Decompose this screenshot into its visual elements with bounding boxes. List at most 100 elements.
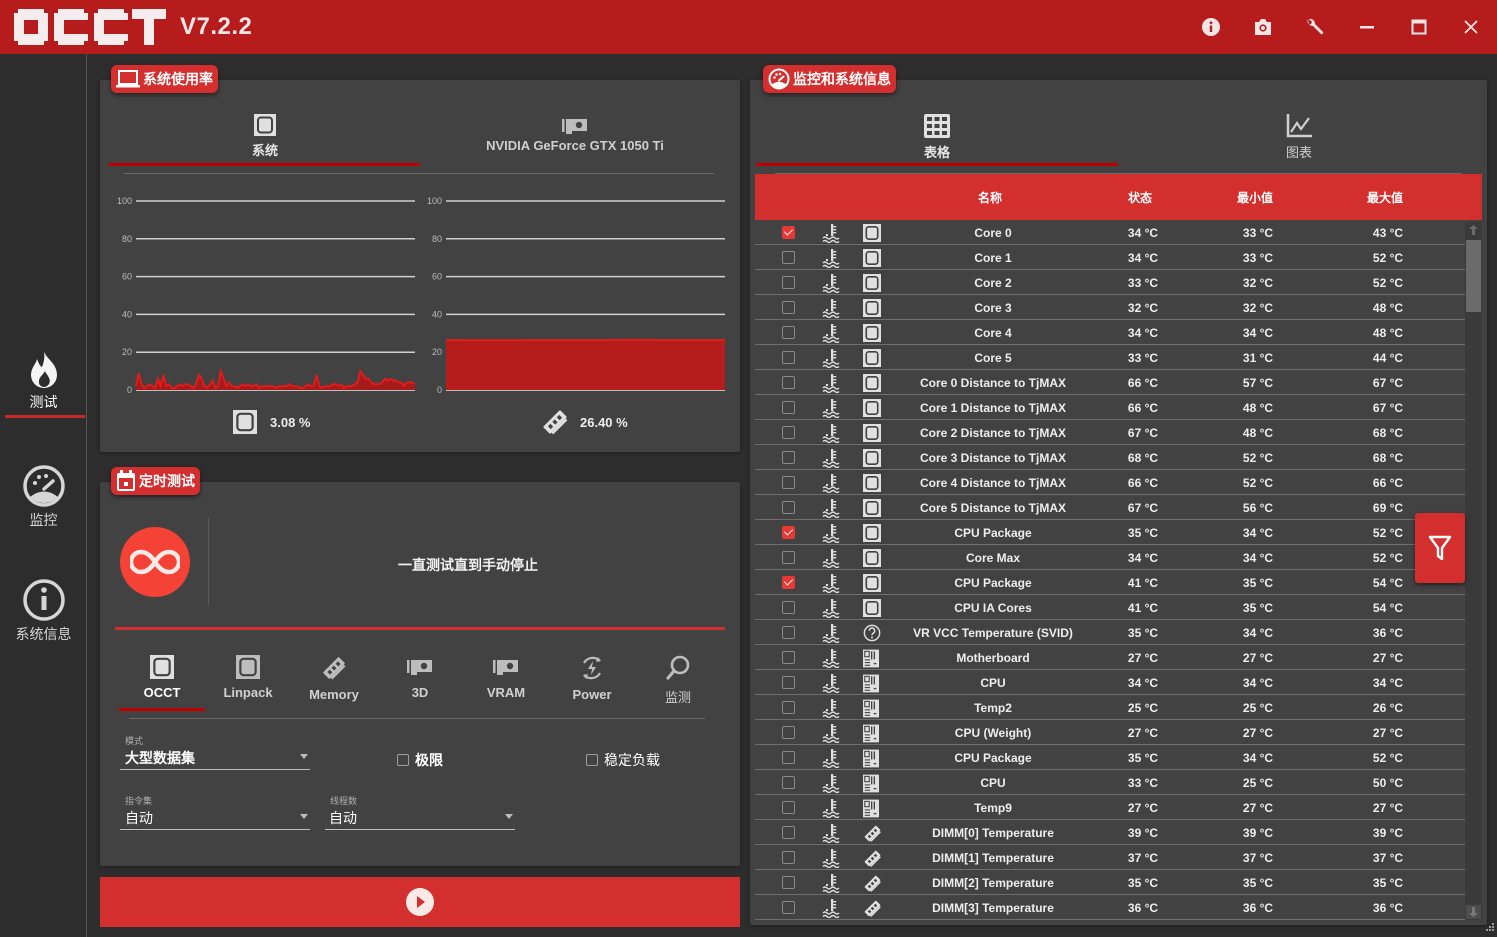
sensor-row[interactable]: Temp2 25 °C 25 °C 26 °C <box>755 695 1465 720</box>
sensor-checkbox[interactable] <box>782 751 795 764</box>
sidebar-item-test[interactable]: 测试 <box>0 350 87 412</box>
test-power-button[interactable]: Power <box>552 655 632 702</box>
sensor-row[interactable]: Core Max 34 °C 34 °C 52 °C <box>755 545 1465 570</box>
sensor-row[interactable]: Core 4 Distance to TjMAX 66 °C 52 °C 66 °C <box>755 470 1465 495</box>
sensor-checkbox[interactable] <box>782 501 795 514</box>
sensor-current: 33 °C <box>1127 776 1159 790</box>
sensor-row[interactable]: Core 5 33 °C 31 °C 44 °C <box>755 345 1465 370</box>
test-monitor-button[interactable]: 监测 <box>638 655 718 706</box>
sensor-checkbox[interactable] <box>782 676 795 689</box>
sensor-row[interactable]: Motherboard 27 °C 27 °C 27 °C <box>755 645 1465 670</box>
sensor-checkbox[interactable] <box>782 701 795 714</box>
sidebar-item-system-info[interactable]: 系统信息 <box>0 578 87 644</box>
sensor-row[interactable]: DIMM[2] Temperature 35 °C 35 °C 35 °C <box>755 870 1465 895</box>
sensor-row[interactable]: CPU 33 °C 25 °C 50 °C <box>755 770 1465 795</box>
sensor-row[interactable]: Core 0 34 °C 33 °C 43 °C <box>755 220 1465 245</box>
column-header-max[interactable]: 最大值 <box>1367 189 1403 206</box>
sensor-row[interactable]: Core 1 34 °C 33 °C 52 °C <box>755 245 1465 270</box>
column-header-name[interactable]: 名称 <box>978 189 1002 206</box>
tab-system[interactable]: 系统 <box>230 114 300 159</box>
column-header-status[interactable]: 状态 <box>1128 189 1152 206</box>
sensor-checkbox[interactable] <box>782 401 795 414</box>
sensor-row[interactable]: DIMM[3] Temperature 36 °C 36 °C 36 °C <box>755 895 1465 920</box>
sensor-row[interactable]: Core 4 34 °C 34 °C 48 °C <box>755 320 1465 345</box>
sensor-checkbox[interactable] <box>782 876 795 889</box>
close-button[interactable] <box>1458 14 1484 40</box>
sensor-checkbox[interactable] <box>782 801 795 814</box>
sensor-checkbox[interactable] <box>782 376 795 389</box>
extreme-checkbox[interactable]: 极限 <box>397 750 443 770</box>
sensor-row[interactable]: DIMM[1] Temperature 37 °C 37 °C 37 °C <box>755 845 1465 870</box>
filter-button[interactable] <box>1415 513 1465 583</box>
sensor-row[interactable]: DIMM[0] Temperature 39 °C 39 °C 39 °C <box>755 820 1465 845</box>
resize-grip-icon[interactable] <box>1483 922 1495 934</box>
sensor-checkbox[interactable] <box>782 351 795 364</box>
sensor-checkbox[interactable] <box>782 326 795 339</box>
test-occt-button[interactable]: OCCT <box>122 655 202 700</box>
sensor-checkbox[interactable] <box>782 551 795 564</box>
sensor-row[interactable]: Core 1 Distance to TjMAX 66 °C 48 °C 67 °C <box>755 395 1465 420</box>
sensor-row[interactable]: VR VCC Temperature (SVID) 35 °C 34 °C 36 °C <box>755 620 1465 645</box>
sensor-checkbox[interactable] <box>782 726 795 739</box>
sensor-checkbox[interactable] <box>782 576 795 589</box>
tab-chart[interactable]: 图表 <box>1264 114 1334 161</box>
scroll-down-button[interactable] <box>1466 905 1481 919</box>
sensor-checkbox[interactable] <box>782 251 795 264</box>
sensor-checkbox[interactable] <box>782 476 795 489</box>
sensor-row[interactable]: Temp9 27 °C 27 °C 27 °C <box>755 795 1465 820</box>
scroll-up-icon[interactable] <box>1469 225 1478 235</box>
temperature-icon <box>822 573 842 594</box>
sensor-checkbox[interactable] <box>782 301 795 314</box>
test-memory-button[interactable]: Memory <box>294 655 374 702</box>
card-title: 系统使用率 <box>143 71 213 87</box>
sensor-row[interactable]: CPU Package 35 °C 34 °C 52 °C <box>755 745 1465 770</box>
sensor-max: 67 °C <box>1372 376 1404 390</box>
stable-load-checkbox[interactable]: 稳定负载 <box>586 750 660 770</box>
test-linpack-button[interactable]: Linpack <box>208 655 288 700</box>
sensor-checkbox[interactable] <box>782 776 795 789</box>
table-scrollbar[interactable] <box>1465 222 1482 920</box>
sensor-row[interactable]: Core 5 Distance to TjMAX 67 °C 56 °C 69 °C <box>755 495 1465 520</box>
sensor-checkbox[interactable] <box>782 826 795 839</box>
column-header-min[interactable]: 最小值 <box>1237 189 1273 206</box>
sensor-row[interactable]: CPU (Weight) 27 °C 27 °C 27 °C <box>755 720 1465 745</box>
sensor-row[interactable]: CPU Package 41 °C 35 °C 54 °C <box>755 570 1465 595</box>
sensor-checkbox[interactable] <box>782 851 795 864</box>
sensor-checkbox[interactable] <box>782 626 795 639</box>
threads-select[interactable]: 自动 <box>325 806 515 830</box>
scrollbar-thumb[interactable] <box>1466 240 1481 312</box>
minimize-button[interactable] <box>1354 14 1380 40</box>
sensor-row[interactable]: CPU IA Cores 41 °C 35 °C 54 °C <box>755 595 1465 620</box>
sensor-row[interactable]: Core 3 32 °C 32 °C 48 °C <box>755 295 1465 320</box>
sensor-checkbox[interactable] <box>782 451 795 464</box>
sidebar-item-monitor[interactable]: 监控 <box>0 464 87 530</box>
cpu-icon <box>863 599 881 617</box>
instruction-set-select[interactable]: 自动 <box>120 806 310 830</box>
temperature-icon <box>822 473 842 494</box>
test-3d-button[interactable]: 3D <box>380 655 460 700</box>
active-indicator <box>5 415 85 418</box>
sensor-checkbox[interactable] <box>782 226 795 239</box>
sensor-row[interactable]: CPU 34 °C 34 °C 34 °C <box>755 670 1465 695</box>
sensor-row[interactable]: Core 2 Distance to TjMAX 67 °C 48 °C 68 °C <box>755 420 1465 445</box>
sensor-row[interactable]: CPU Package 35 °C 34 °C 52 °C <box>755 520 1465 545</box>
duration-mode-button[interactable] <box>120 527 190 597</box>
sensor-checkbox[interactable] <box>782 601 795 614</box>
sensor-checkbox[interactable] <box>782 276 795 289</box>
maximize-button[interactable] <box>1406 14 1432 40</box>
sensor-checkbox[interactable] <box>782 901 795 914</box>
start-test-button[interactable] <box>100 877 740 927</box>
info-button[interactable] <box>1198 14 1224 40</box>
mode-select[interactable]: 大型数据集 <box>120 746 310 770</box>
tab-table[interactable]: 表格 <box>902 114 972 161</box>
tab-gpu[interactable]: NVIDIA GeForce GTX 1050 Ti <box>450 118 700 153</box>
sensor-row[interactable]: Core 0 Distance to TjMAX 66 °C 57 °C 67 °C <box>755 370 1465 395</box>
screenshot-button[interactable] <box>1250 14 1276 40</box>
sensor-checkbox[interactable] <box>782 651 795 664</box>
sensor-checkbox[interactable] <box>782 426 795 439</box>
sensor-row[interactable]: Core 3 Distance to TjMAX 68 °C 52 °C 68 °C <box>755 445 1465 470</box>
test-vram-button[interactable]: VRAM <box>466 655 546 700</box>
sensor-row[interactable]: Core 2 33 °C 32 °C 52 °C <box>755 270 1465 295</box>
settings-button[interactable] <box>1302 14 1328 40</box>
sensor-checkbox[interactable] <box>782 526 795 539</box>
